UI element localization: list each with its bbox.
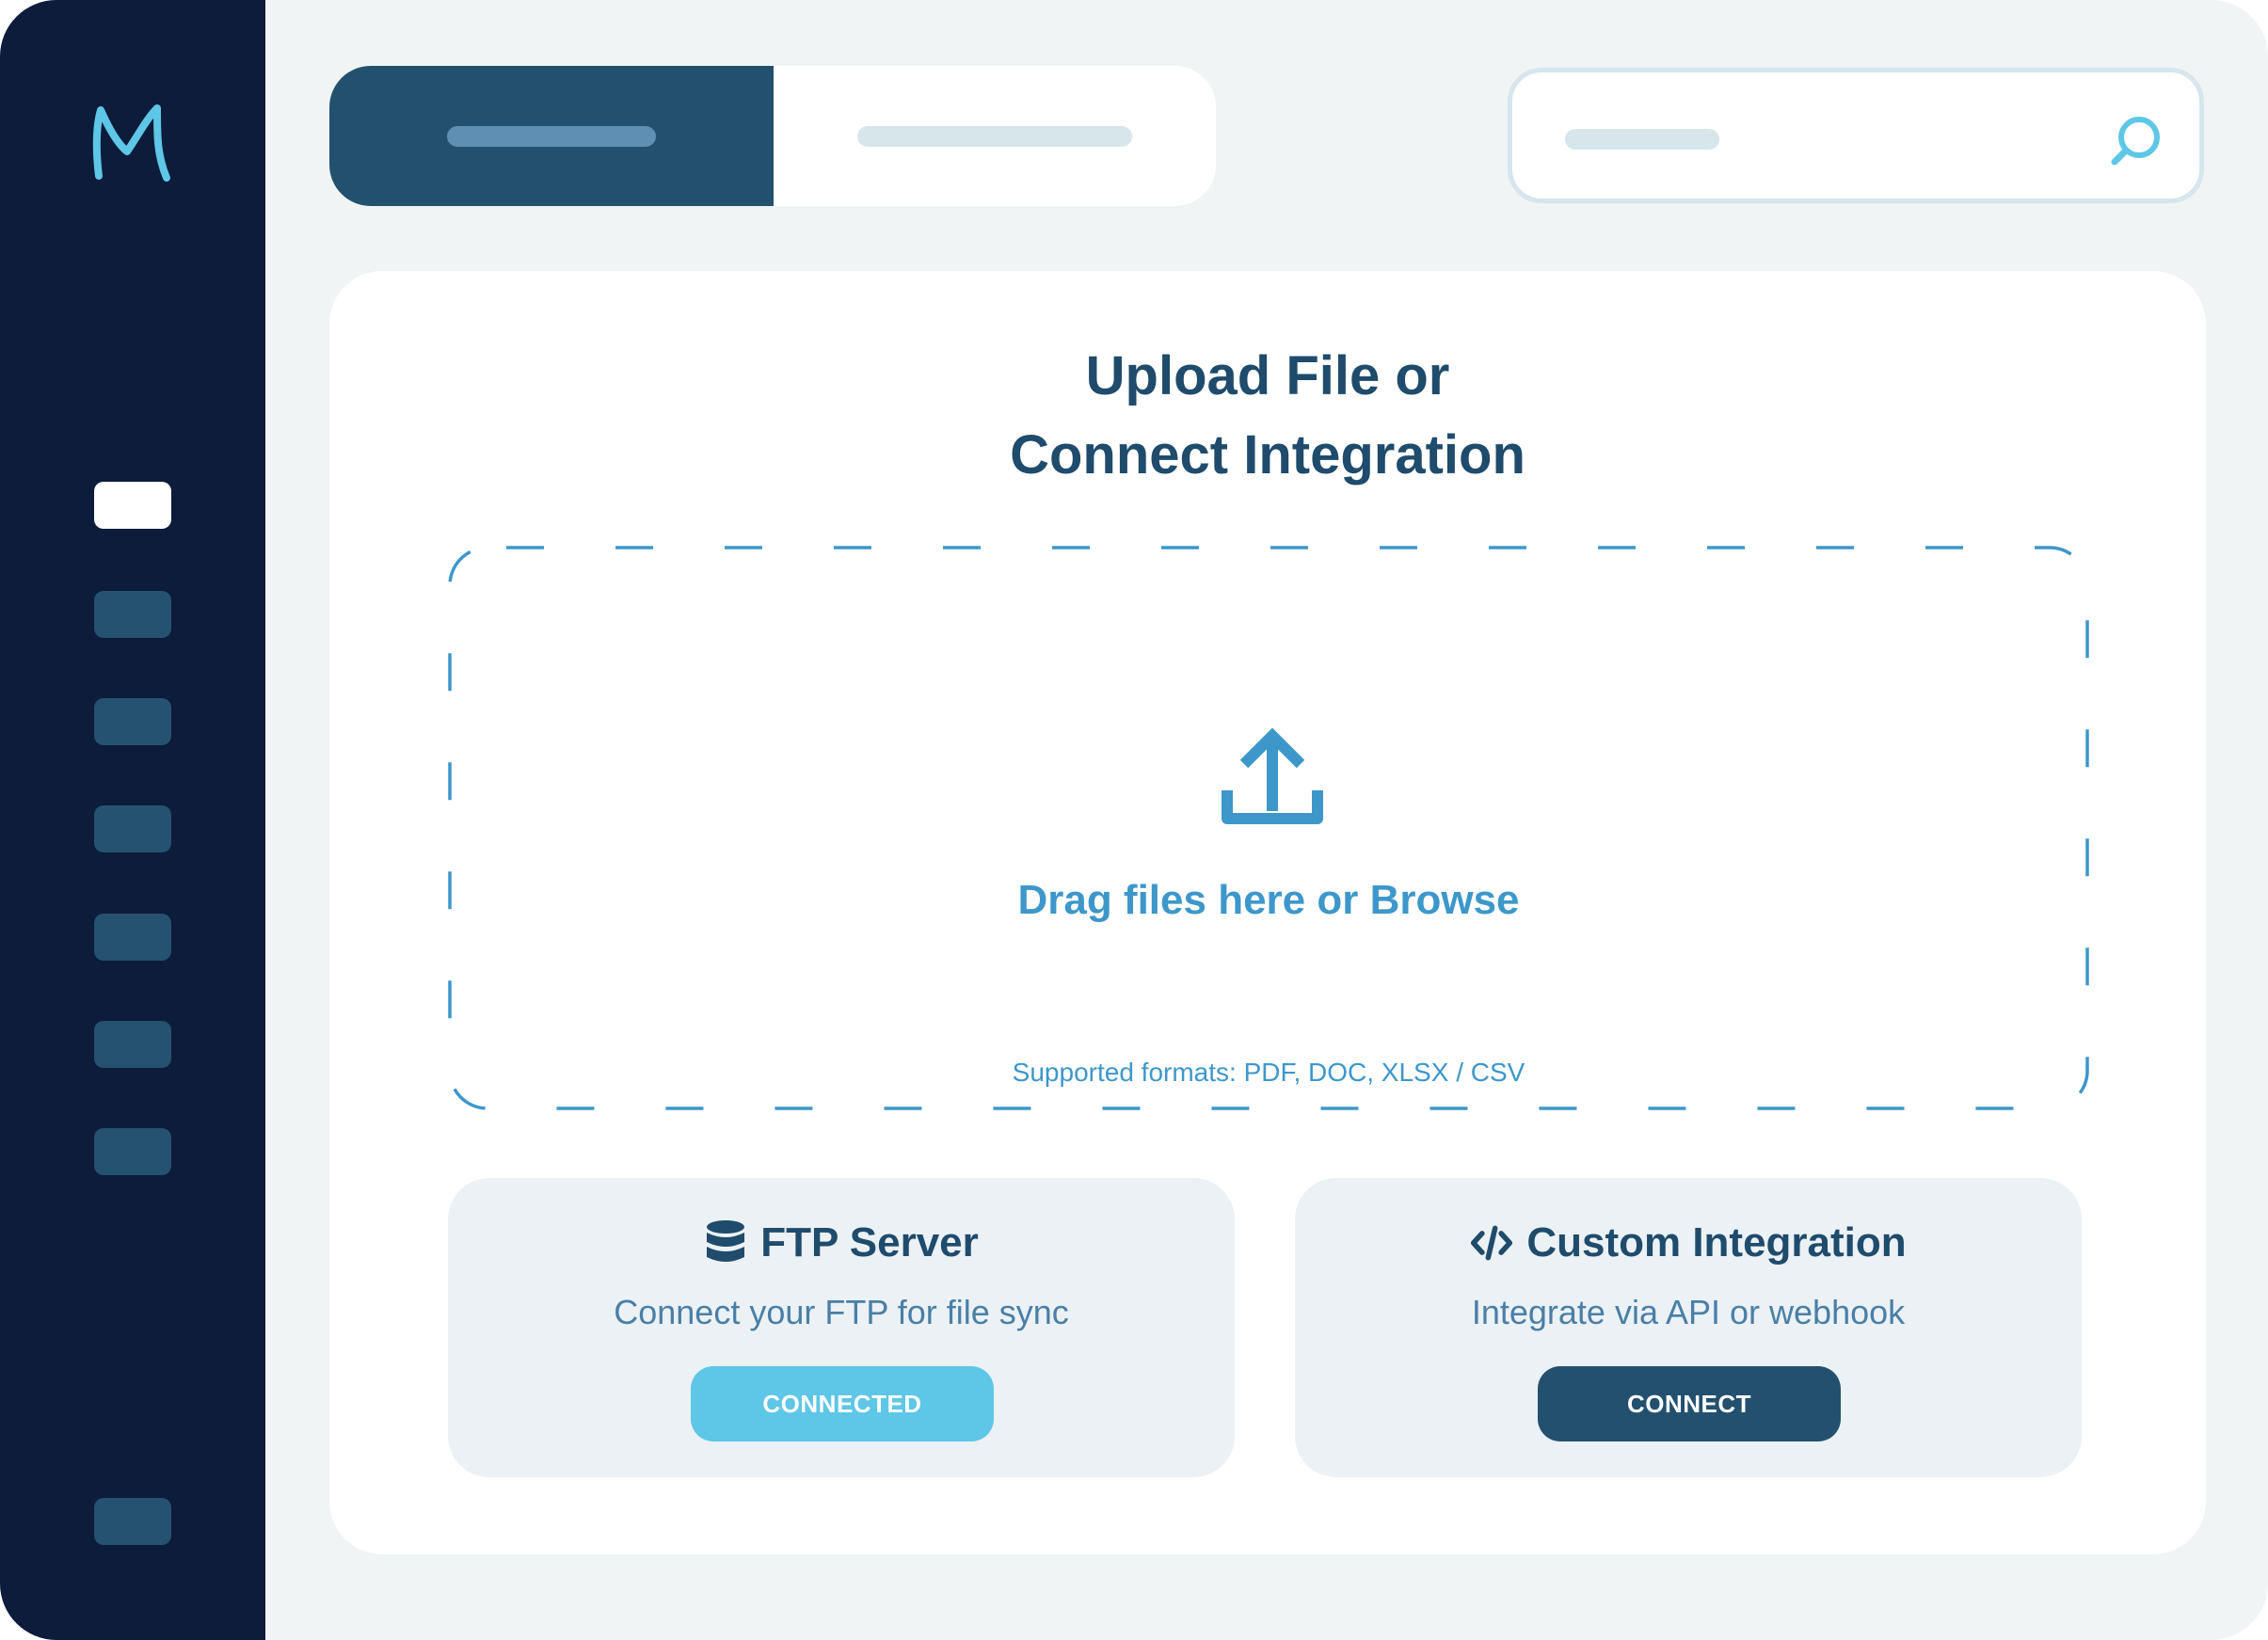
dropzone-prompt[interactable]: Drag files here or Browse xyxy=(448,877,2089,924)
tab-switcher xyxy=(329,66,1216,206)
integration-description: Integrate via API or webhook xyxy=(1471,1293,1906,1331)
ftp-connected-button[interactable]: CONNECTED xyxy=(691,1366,994,1441)
integration-card-ftp: FTP Server Connect your FTP for file syn… xyxy=(448,1178,1235,1477)
supported-formats: Supported formats: PDF, DOC, XLSX / CSV xyxy=(1012,1058,1525,1087)
upload-icon xyxy=(1222,728,1323,824)
app-window: Upload File or Connect Integration Drag … xyxy=(0,0,2268,1640)
integration-description: Connect your FTP for file sync xyxy=(614,1293,1069,1331)
search-field[interactable] xyxy=(1508,68,2204,203)
upload-card: Upload File or Connect Integration Drag … xyxy=(329,271,2206,1554)
sidebar-item-4[interactable] xyxy=(94,805,171,852)
logo[interactable] xyxy=(91,99,172,185)
dropzone-border xyxy=(448,546,2089,1110)
integration-title: FTP Server xyxy=(760,1219,979,1266)
search-placeholder xyxy=(1565,129,1719,150)
integration-title: Custom Integration xyxy=(1526,1219,1907,1266)
sidebar-item-5[interactable] xyxy=(94,914,171,961)
integration-header: Custom Integration xyxy=(1295,1219,2082,1266)
integration-card-custom: Custom Integration Integrate via API or … xyxy=(1295,1178,2082,1477)
sidebar-item-3[interactable] xyxy=(94,698,171,745)
page-title: Upload File or Connect Integration xyxy=(329,337,2206,495)
title-line-2: Connect Integration xyxy=(1010,424,1525,486)
tab-secondary[interactable] xyxy=(774,66,1216,206)
sidebar-item-6[interactable] xyxy=(94,1021,171,1068)
sidebar-item-1[interactable] xyxy=(94,482,171,529)
file-dropzone[interactable]: Drag files here or Browse Supported form… xyxy=(448,546,2089,1110)
tab-primary[interactable] xyxy=(329,66,774,206)
sidebar-item-bottom[interactable] xyxy=(94,1498,171,1545)
sidebar-item-2[interactable] xyxy=(94,591,171,638)
tab-label-placeholder xyxy=(857,125,1132,147)
title-line-1: Upload File or xyxy=(1085,345,1450,406)
tab-label-placeholder xyxy=(447,125,656,147)
sidebar xyxy=(0,0,265,1640)
code-icon xyxy=(1471,1225,1513,1261)
search-icon[interactable] xyxy=(2109,114,2164,168)
custom-connect-button[interactable]: CONNECT xyxy=(1538,1366,1841,1441)
sidebar-item-7[interactable] xyxy=(94,1128,171,1175)
integration-header: FTP Server xyxy=(448,1219,1235,1266)
database-icon xyxy=(707,1220,745,1262)
